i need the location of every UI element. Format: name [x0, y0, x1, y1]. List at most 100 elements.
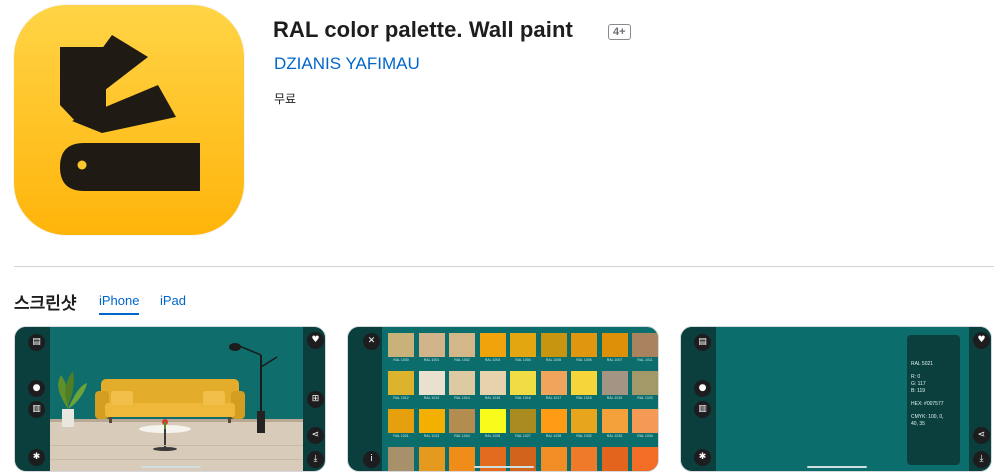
swatch-label: RAL 1006 [576, 358, 592, 362]
rgb-r: R: 0 [911, 374, 921, 380]
color-swatch: RAL 1011 [632, 333, 658, 364]
swatch-label: RAL 1028 [545, 434, 562, 438]
cmyk-value: CMYK: 100, 0, [911, 414, 944, 420]
color-swatch [449, 447, 475, 471]
color-swatch [479, 447, 506, 471]
rgb-b: B: 119 [911, 388, 926, 394]
swatch-label: RAL 1021 [393, 434, 409, 438]
app-title: RAL color palette. Wall paint [273, 17, 573, 42]
color-swatch [510, 447, 536, 471]
swatch-label: RAL 1011 [637, 358, 653, 362]
swatch-label: RAL 1019 [606, 396, 623, 400]
swatch-label: RAL 1014 [454, 396, 470, 400]
swatch-label: RAL 1027 [515, 434, 531, 438]
room-scene-image [15, 327, 325, 471]
home-indicator [807, 466, 867, 468]
swatch-label: RAL 1032 [576, 434, 592, 438]
color-swatch: RAL 1028 [540, 409, 567, 440]
color-swatch [632, 447, 658, 471]
settings-icon: ✱ [694, 449, 711, 466]
color-swatch: RAL 1004 [510, 333, 536, 364]
swatch-label: RAL 1026 [484, 434, 501, 438]
swatch-label: RAL 1013 [423, 396, 440, 400]
screenshots-heading: 스크린샷 [14, 294, 77, 313]
color-name: RAL 5021 [911, 361, 934, 367]
screenshot-3[interactable]: ▤ ● ▥ ✱ ♥ ⋖ ⤓ RAL 5021 R: 0 G: 117 B: 11… [680, 326, 992, 472]
color-swatch: RAL 1000 [388, 333, 414, 364]
swatch-label: RAL 1007 [606, 358, 623, 362]
color-swatch: RAL 1018 [571, 371, 597, 402]
app-icon [14, 5, 244, 235]
grid-icon: ⊞ [307, 391, 324, 408]
drop-icon: ● [694, 380, 711, 397]
color-swatch: RAL 1001 [418, 333, 445, 364]
color-swatch: RAL 1020 [632, 371, 658, 402]
swatch-label: RAL 1020 [637, 396, 653, 400]
swatch-grid: RAL 1000 RAL 1001 RAL 1002 RAL 1003 RAL 1004… [348, 327, 658, 471]
swatch-label: RAL 1004 [515, 358, 531, 362]
color-swatch: RAL 1012 [388, 371, 414, 402]
swatch-label: RAL 1017 [545, 396, 562, 400]
color-swatch: RAL 1034 [632, 409, 658, 440]
swatch-label: RAL 1033 [606, 434, 623, 438]
color-swatch: RAL 1006 [571, 333, 597, 364]
developer-link[interactable]: DZIANIS YAFIMAU [274, 54, 420, 74]
screenshot-2[interactable]: ✕ i RAL 1000 RAL 1001 RAL 1002 RAL 1003 RAL … [347, 326, 659, 472]
color-swatch [601, 447, 628, 471]
age-rating-badge: 4+ [608, 24, 631, 40]
color-swatch: RAL 1017 [540, 371, 567, 402]
color-fan-deck-icon [60, 35, 200, 191]
hex-value: HEX: #007577 [911, 401, 944, 407]
swatch-label: RAL 1005 [545, 358, 562, 362]
section-divider [14, 266, 994, 267]
menu-icon: ▤ [694, 334, 711, 351]
tab-iphone[interactable]: iPhone [99, 293, 140, 315]
color-swatch: RAL 1003 [479, 333, 506, 364]
rgb-g: G: 117 [911, 381, 926, 387]
color-info-panel: RAL 5021 R: 0 G: 117 B: 119 HEX: #007577… [907, 335, 960, 465]
color-swatch [540, 447, 567, 471]
drop-icon: ● [28, 380, 45, 397]
swatch-label: RAL 1015 [484, 396, 501, 400]
download-icon: ⤓ [307, 451, 324, 468]
settings-icon: ✱ [28, 449, 45, 466]
swatch-label: RAL 1000 [393, 358, 409, 362]
swatch-label: RAL 1024 [454, 434, 470, 438]
heart-icon: ♥ [307, 332, 324, 349]
swatch-label: RAL 1012 [393, 396, 409, 400]
color-swatch: RAL 1023 [418, 409, 445, 440]
swatch-label: RAL 1018 [576, 396, 592, 400]
color-swatch: RAL 1033 [601, 409, 628, 440]
home-indicator [141, 466, 201, 468]
color-swatch: RAL 1014 [449, 371, 475, 402]
screenshot-1[interactable]: ▤ ● ▥ ✱ ♥ ⊞ ⋖ ⤓ [14, 326, 326, 472]
price-label: 무료 [274, 92, 297, 106]
share-icon: ⋖ [973, 427, 990, 444]
swatch-label: RAL 1023 [423, 434, 440, 438]
color-swatch: RAL 1016 [510, 371, 536, 402]
home-indicator [474, 466, 534, 468]
color-swatch: RAL 1019 [601, 371, 628, 402]
color-swatch: RAL 1007 [601, 333, 628, 364]
cmyk-value-cont: 40, 35 [911, 421, 925, 427]
swatch-label: RAL 1016 [515, 396, 531, 400]
tab-ipad[interactable]: iPad [160, 293, 186, 308]
color-swatch: RAL 1005 [540, 333, 567, 364]
swatch-label: RAL 1034 [637, 434, 653, 438]
compare-icon: ▥ [694, 401, 711, 418]
menu-icon: ▤ [28, 334, 45, 351]
swatch-label: RAL 1002 [454, 358, 470, 362]
color-swatch [571, 447, 597, 471]
color-swatch [388, 447, 414, 471]
color-swatch: RAL 1002 [449, 333, 475, 364]
color-swatch: RAL 1015 [479, 371, 506, 402]
color-swatch: RAL 1026 [479, 409, 506, 440]
swatch-label: RAL 1001 [423, 358, 440, 362]
compare-icon: ▥ [28, 401, 45, 418]
color-swatch: RAL 1024 [449, 409, 475, 440]
share-icon: ⋖ [307, 427, 324, 444]
color-swatch: RAL 1032 [571, 409, 597, 440]
download-icon: ⤓ [973, 451, 990, 468]
swatch-label: RAL 1003 [484, 358, 501, 362]
color-swatch [418, 447, 445, 471]
